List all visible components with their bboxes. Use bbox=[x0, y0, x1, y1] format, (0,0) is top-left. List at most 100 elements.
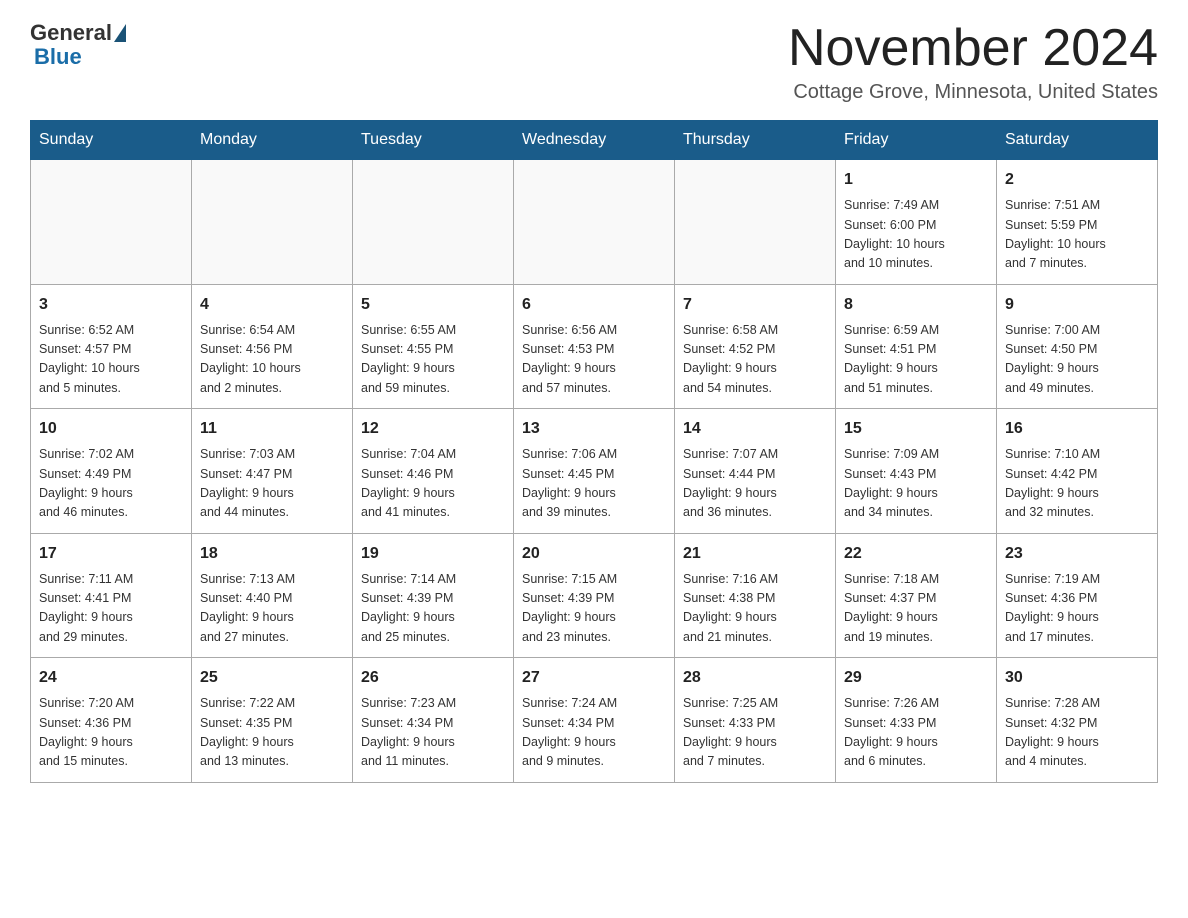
table-cell: 22 Sunrise: 7:18 AM Sunset: 4:37 PM Dayli… bbox=[836, 533, 997, 658]
table-cell: 6Sunrise: 6:56 AM Sunset: 4:53 PM Daylig… bbox=[514, 284, 675, 409]
day-number: 23 bbox=[1005, 542, 1149, 566]
day-info: Sunrise: 7:25 AM Sunset: 4:33 PM Dayligh… bbox=[683, 694, 827, 772]
day-info: Sunrise: 7:23 AM Sunset: 4:34 PM Dayligh… bbox=[361, 694, 505, 772]
day-number: 10 bbox=[39, 417, 183, 441]
col-wednesday: Wednesday bbox=[514, 121, 675, 160]
day-info: Sunrise: 7:13 AM Sunset: 4:40 PM Dayligh… bbox=[200, 570, 344, 648]
table-cell bbox=[31, 160, 192, 285]
logo-general-text: General bbox=[30, 20, 112, 46]
table-cell: 4 Sunrise: 6:54 AM Sunset: 4:56 PM Daylig… bbox=[192, 284, 353, 409]
table-cell: 17Sunrise: 7:11 AM Sunset: 4:41 PM Dayli… bbox=[31, 533, 192, 658]
day-number: 1 bbox=[844, 168, 988, 192]
month-title: November 2024 bbox=[788, 20, 1158, 77]
day-info: Sunrise: 7:28 AM Sunset: 4:32 PM Dayligh… bbox=[1005, 694, 1149, 772]
table-cell bbox=[192, 160, 353, 285]
table-cell: 1 Sunrise: 7:49 AM Sunset: 6:00 PM Daylig… bbox=[836, 160, 997, 285]
table-cell: 15 Sunrise: 7:09 AM Sunset: 4:43 PM Dayli… bbox=[836, 409, 997, 534]
week-row-5: 24 Sunrise: 7:20 AM Sunset: 4:36 PM Dayli… bbox=[31, 658, 1158, 783]
day-info: Sunrise: 6:54 AM Sunset: 4:56 PM Dayligh… bbox=[200, 321, 344, 399]
day-info: Sunrise: 6:58 AM Sunset: 4:52 PM Dayligh… bbox=[683, 321, 827, 399]
day-info: Sunrise: 7:49 AM Sunset: 6:00 PM Dayligh… bbox=[844, 196, 988, 274]
day-info: Sunrise: 7:26 AM Sunset: 4:33 PM Dayligh… bbox=[844, 694, 988, 772]
day-info: Sunrise: 7:02 AM Sunset: 4:49 PM Dayligh… bbox=[39, 445, 183, 523]
table-cell: 5Sunrise: 6:55 AM Sunset: 4:55 PM Daylig… bbox=[353, 284, 514, 409]
col-monday: Monday bbox=[192, 121, 353, 160]
logo-blue-text: Blue bbox=[34, 44, 82, 70]
day-number: 28 bbox=[683, 666, 827, 690]
week-row-4: 17Sunrise: 7:11 AM Sunset: 4:41 PM Dayli… bbox=[31, 533, 1158, 658]
table-cell: 24 Sunrise: 7:20 AM Sunset: 4:36 PM Dayli… bbox=[31, 658, 192, 783]
calendar-table: Sunday Monday Tuesday Wednesday Thursday… bbox=[30, 120, 1158, 783]
logo: General Blue bbox=[30, 20, 128, 70]
table-cell: 7 Sunrise: 6:58 AM Sunset: 4:52 PM Daylig… bbox=[675, 284, 836, 409]
day-number: 29 bbox=[844, 666, 988, 690]
table-cell: 16 Sunrise: 7:10 AM Sunset: 4:42 PM Dayli… bbox=[997, 409, 1158, 534]
col-friday: Friday bbox=[836, 121, 997, 160]
day-number: 12 bbox=[361, 417, 505, 441]
table-cell: 3 Sunrise: 6:52 AM Sunset: 4:57 PM Daylig… bbox=[31, 284, 192, 409]
table-cell: 25 Sunrise: 7:22 AM Sunset: 4:35 PM Dayli… bbox=[192, 658, 353, 783]
location-subtitle: Cottage Grove, Minnesota, United States bbox=[788, 81, 1158, 104]
table-cell bbox=[353, 160, 514, 285]
table-cell: 14 Sunrise: 7:07 AM Sunset: 4:44 PM Dayli… bbox=[675, 409, 836, 534]
table-cell: 29 Sunrise: 7:26 AM Sunset: 4:33 PM Dayli… bbox=[836, 658, 997, 783]
day-number: 3 bbox=[39, 293, 183, 317]
table-cell: 11 Sunrise: 7:03 AM Sunset: 4:47 PM Dayli… bbox=[192, 409, 353, 534]
day-number: 24 bbox=[39, 666, 183, 690]
day-info: Sunrise: 7:19 AM Sunset: 4:36 PM Dayligh… bbox=[1005, 570, 1149, 648]
day-number: 27 bbox=[522, 666, 666, 690]
day-number: 20 bbox=[522, 542, 666, 566]
table-cell: 26 Sunrise: 7:23 AM Sunset: 4:34 PM Dayli… bbox=[353, 658, 514, 783]
table-cell bbox=[675, 160, 836, 285]
day-info: Sunrise: 7:04 AM Sunset: 4:46 PM Dayligh… bbox=[361, 445, 505, 523]
table-cell: 27 Sunrise: 7:24 AM Sunset: 4:34 PM Dayli… bbox=[514, 658, 675, 783]
day-number: 15 bbox=[844, 417, 988, 441]
day-info: Sunrise: 7:16 AM Sunset: 4:38 PM Dayligh… bbox=[683, 570, 827, 648]
col-saturday: Saturday bbox=[997, 121, 1158, 160]
day-info: Sunrise: 7:10 AM Sunset: 4:42 PM Dayligh… bbox=[1005, 445, 1149, 523]
day-info: Sunrise: 7:20 AM Sunset: 4:36 PM Dayligh… bbox=[39, 694, 183, 772]
day-number: 26 bbox=[361, 666, 505, 690]
day-info: Sunrise: 7:51 AM Sunset: 5:59 PM Dayligh… bbox=[1005, 196, 1149, 274]
day-number: 18 bbox=[200, 542, 344, 566]
day-info: Sunrise: 6:52 AM Sunset: 4:57 PM Dayligh… bbox=[39, 321, 183, 399]
day-number: 21 bbox=[683, 542, 827, 566]
week-row-1: 1 Sunrise: 7:49 AM Sunset: 6:00 PM Daylig… bbox=[31, 160, 1158, 285]
day-info: Sunrise: 7:14 AM Sunset: 4:39 PM Dayligh… bbox=[361, 570, 505, 648]
day-info: Sunrise: 7:03 AM Sunset: 4:47 PM Dayligh… bbox=[200, 445, 344, 523]
week-row-3: 10 Sunrise: 7:02 AM Sunset: 4:49 PM Dayli… bbox=[31, 409, 1158, 534]
day-info: Sunrise: 7:07 AM Sunset: 4:44 PM Dayligh… bbox=[683, 445, 827, 523]
col-tuesday: Tuesday bbox=[353, 121, 514, 160]
day-info: Sunrise: 6:55 AM Sunset: 4:55 PM Dayligh… bbox=[361, 321, 505, 399]
day-number: 30 bbox=[1005, 666, 1149, 690]
day-number: 16 bbox=[1005, 417, 1149, 441]
day-number: 11 bbox=[200, 417, 344, 441]
table-cell: 9 Sunrise: 7:00 AM Sunset: 4:50 PM Daylig… bbox=[997, 284, 1158, 409]
table-cell: 12 Sunrise: 7:04 AM Sunset: 4:46 PM Dayli… bbox=[353, 409, 514, 534]
table-cell: 2Sunrise: 7:51 AM Sunset: 5:59 PM Daylig… bbox=[997, 160, 1158, 285]
day-number: 13 bbox=[522, 417, 666, 441]
title-block: November 2024 Cottage Grove, Minnesota, … bbox=[788, 20, 1158, 104]
day-number: 14 bbox=[683, 417, 827, 441]
day-number: 25 bbox=[200, 666, 344, 690]
col-thursday: Thursday bbox=[675, 121, 836, 160]
logo-triangle-icon bbox=[114, 24, 126, 42]
table-cell: 13Sunrise: 7:06 AM Sunset: 4:45 PM Dayli… bbox=[514, 409, 675, 534]
day-number: 7 bbox=[683, 293, 827, 317]
day-info: Sunrise: 7:15 AM Sunset: 4:39 PM Dayligh… bbox=[522, 570, 666, 648]
day-info: Sunrise: 7:09 AM Sunset: 4:43 PM Dayligh… bbox=[844, 445, 988, 523]
day-number: 4 bbox=[200, 293, 344, 317]
day-number: 9 bbox=[1005, 293, 1149, 317]
table-cell: 21 Sunrise: 7:16 AM Sunset: 4:38 PM Dayli… bbox=[675, 533, 836, 658]
table-cell: 19Sunrise: 7:14 AM Sunset: 4:39 PM Dayli… bbox=[353, 533, 514, 658]
day-info: Sunrise: 7:11 AM Sunset: 4:41 PM Dayligh… bbox=[39, 570, 183, 648]
table-cell: 18 Sunrise: 7:13 AM Sunset: 4:40 PM Dayli… bbox=[192, 533, 353, 658]
day-info: Sunrise: 7:22 AM Sunset: 4:35 PM Dayligh… bbox=[200, 694, 344, 772]
day-number: 22 bbox=[844, 542, 988, 566]
day-info: Sunrise: 7:18 AM Sunset: 4:37 PM Dayligh… bbox=[844, 570, 988, 648]
table-cell: 10 Sunrise: 7:02 AM Sunset: 4:49 PM Dayli… bbox=[31, 409, 192, 534]
table-cell: 28 Sunrise: 7:25 AM Sunset: 4:33 PM Dayli… bbox=[675, 658, 836, 783]
calendar-header-row: Sunday Monday Tuesday Wednesday Thursday… bbox=[31, 121, 1158, 160]
day-info: Sunrise: 7:00 AM Sunset: 4:50 PM Dayligh… bbox=[1005, 321, 1149, 399]
day-info: Sunrise: 7:24 AM Sunset: 4:34 PM Dayligh… bbox=[522, 694, 666, 772]
